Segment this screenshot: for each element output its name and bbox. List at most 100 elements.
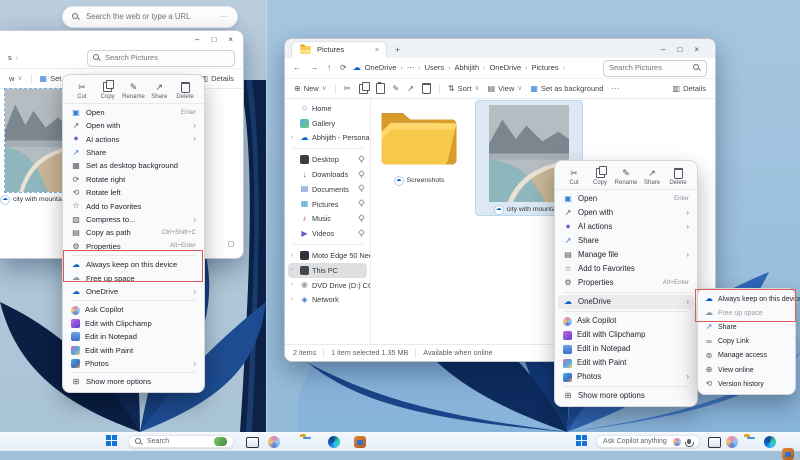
microphone-icon[interactable] [687,439,691,444]
menu-item-share[interactable]: Share [63,146,204,159]
breadcrumb[interactable]: s › [8,54,18,62]
forward-icon[interactable]: → [310,64,318,72]
sidebar-item-dvd-drive[interactable]: ›◉DVD Drive (D:) CCC [288,278,367,293]
sidebar-item-onedrive-personal[interactable]: ›☁Abhijith - Personal [288,131,367,146]
menu-item-edit-with-clipchamp[interactable]: Edit with Clipchamp [63,317,204,330]
copy-button[interactable]: Copy [588,168,612,186]
copy-icon[interactable] [359,84,368,94]
sidebar-item-documents[interactable]: ▤Documents [288,182,367,197]
menu-item-rotate-right[interactable]: Rotate right [63,173,204,186]
view-toggle-icon[interactable]: ▢ [228,241,235,248]
sidebar-item-downloads[interactable]: ↓Downloads [288,167,367,182]
menu-item-open[interactable]: OpenEnter [555,192,697,206]
menu-item-ai-actions[interactable]: AI actions› [63,133,204,146]
more-icon[interactable]: ··· [611,85,619,93]
copilot-button[interactable] [268,436,280,448]
menu-item-open[interactable]: OpenEnter [63,106,204,119]
menu-item-onedrive[interactable]: OneDrive› [63,285,204,298]
paste-icon[interactable] [376,83,385,94]
menu-item-onedrive[interactable]: OneDrive› [558,295,694,309]
app-button[interactable] [354,436,366,448]
copy-button[interactable]: Copy [96,82,120,100]
rename-button[interactable]: ✎Rename [121,82,145,100]
menu-item-share[interactable]: Share [555,234,697,248]
menu-item-add-to-favorites[interactable]: Add to Favorites [555,262,697,276]
menu-item-compress-to[interactable]: Compress to...› [63,213,204,226]
chevron-right-icon[interactable]: › [291,297,297,303]
task-view-button[interactable] [246,437,259,448]
close-icon[interactable]: × [228,36,233,44]
minimize-icon[interactable]: – [661,46,665,54]
submenu-item-share[interactable]: Share [698,320,795,334]
maximize-icon[interactable]: □ [677,46,682,54]
close-icon[interactable]: × [694,46,699,54]
rename-icon[interactable]: ✎ [393,85,400,93]
sidebar-item-desktop[interactable]: Desktop [288,152,367,167]
sidebar-item-videos[interactable]: ▶Videos [288,226,367,241]
sort-button[interactable]: ⇅Sort∨ [448,85,480,93]
menu-item-always-keep-on-this-device[interactable]: Always keep on this device [63,258,204,271]
copilot-search-box[interactable]: Ask Copilot anything [596,435,700,448]
menu-item-show-more-options[interactable]: Show more options [555,389,697,403]
task-view-button[interactable] [708,437,721,448]
sidebar-item-network[interactable]: ›◈Network [288,293,367,308]
new-tab-icon[interactable]: + [395,46,400,58]
sidebar-item-this-pc[interactable]: ›This PC [288,263,367,278]
menu-item-open-with[interactable]: Open with› [555,206,697,220]
minimize-icon[interactable]: – [195,36,199,44]
start-button[interactable] [106,435,117,446]
up-icon[interactable]: ↑ [327,64,331,72]
menu-item-ask-copilot[interactable]: Ask Copilot [555,314,697,328]
maximize-icon[interactable]: □ [211,36,216,44]
submenu-item-always-keep-on-this-device[interactable]: Always keep on this device [698,292,795,306]
submenu-item-free-up-space[interactable]: Free up space [698,306,795,320]
menu-item-add-to-favorites[interactable]: Add to Favorites [63,200,204,213]
menu-item-open-with[interactable]: Open with› [63,119,204,132]
share-button[interactable]: ↗Share [640,168,664,186]
menu-item-properties[interactable]: PropertiesAlt+Enter [63,240,204,253]
more-icon[interactable]: ··· [220,13,228,21]
submenu-item-version-history[interactable]: Version history [698,377,795,391]
browser-search-bar[interactable]: Search the web or type a URL ··· [62,6,238,28]
menu-item-manage-file[interactable]: Manage file› [555,248,697,262]
edge-button[interactable] [764,436,776,448]
back-icon[interactable]: ← [293,64,301,72]
chevron-right-icon[interactable]: › [291,267,297,273]
submenu-item-view-online[interactable]: View online [698,363,795,377]
chevron-right-icon[interactable]: › [291,135,297,141]
rename-button[interactable]: ✎Rename [614,168,638,186]
menu-item-edit-with-paint[interactable]: Edit with Paint [63,344,204,357]
chevron-right-icon[interactable]: › [291,253,297,259]
sidebar-item-home[interactable]: ⌂Home [288,101,367,116]
menu-item-ai-actions[interactable]: AI actions› [555,220,697,234]
sidebar-item-music[interactable]: ♪Music [288,212,367,227]
menu-item-edit-in-notepad[interactable]: Edit in Notepad [63,330,204,343]
menu-item-ask-copilot[interactable]: Ask Copilot [63,303,204,316]
cut-icon[interactable]: ✂ [344,85,351,93]
menu-item-edit-in-notepad[interactable]: Edit in Notepad [555,342,697,356]
chevron-right-icon[interactable]: › [291,282,297,288]
delete-button[interactable]: Delete [666,168,690,186]
new-button[interactable]: ⊕New∨ [294,85,327,93]
start-button[interactable] [576,435,587,446]
view-button[interactable]: ▤View∨ [488,85,523,93]
sidebar-item-gallery[interactable]: Gallery [288,116,367,131]
menu-item-edit-with-paint[interactable]: Edit with Paint [555,356,697,370]
menu-item-free-up-space[interactable]: Free up space [63,272,204,285]
share-icon[interactable]: ↗ [407,85,414,93]
menu-item-copy-as-path[interactable]: Copy as pathCtrl+Shift+C [63,227,204,240]
menu-item-photos[interactable]: Photos› [555,370,697,384]
menu-item-edit-with-clipchamp[interactable]: Edit with Clipchamp [555,328,697,342]
delete-icon[interactable] [422,83,431,94]
cut-button[interactable]: ✂Cut [562,168,586,186]
tab-pictures[interactable]: Pictures × [291,41,387,58]
menu-item-rotate-left[interactable]: Rotate left [63,186,204,199]
menu-item-set-as-desktop-background[interactable]: Set as desktop background [63,160,204,173]
taskbar-search-box[interactable]: Search [128,435,234,448]
menu-item-properties[interactable]: PropertiesAlt+Enter [555,276,697,290]
details-button[interactable]: ▥ Details [201,75,235,83]
search-box[interactable]: Search Pictures [87,50,235,67]
details-button[interactable]: ▥Details [673,85,707,93]
search-box[interactable]: Search Pictures [603,60,707,77]
edge-button[interactable] [328,436,340,448]
